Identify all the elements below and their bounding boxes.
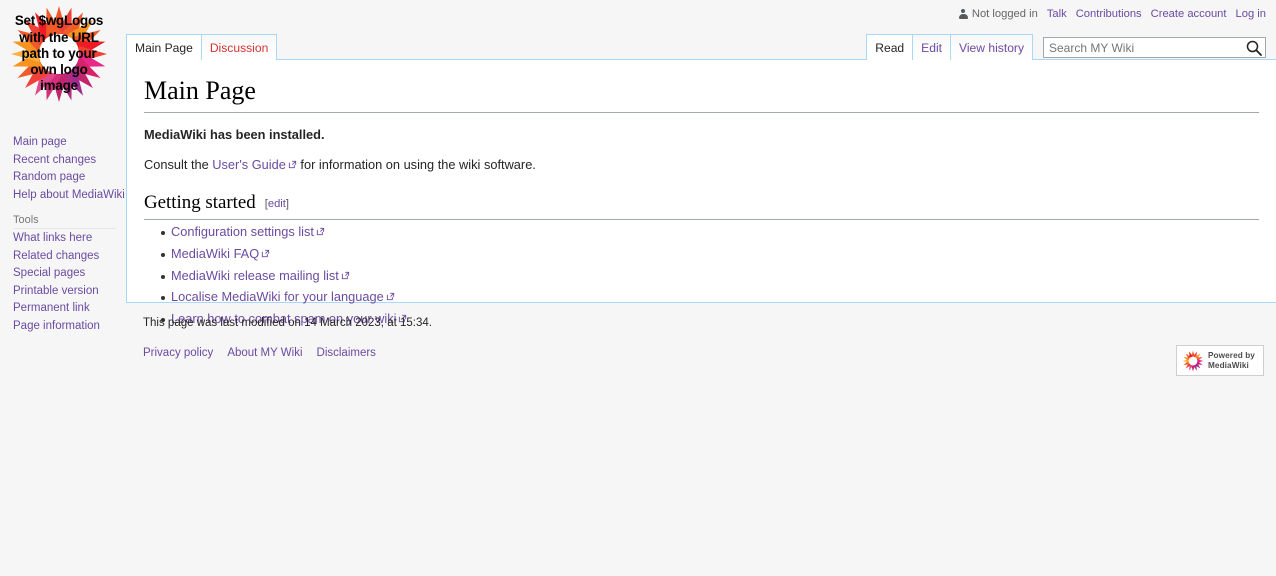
body-content: MediaWiki has been installed. Consult th…	[144, 113, 1259, 329]
external-link-icon	[386, 292, 395, 301]
tab-edit[interactable]: Edit	[912, 34, 950, 60]
site-logo[interactable]: Set $wgLogos with the URL path to your o…	[8, 3, 110, 105]
consult-suffix: for information on using the wiki softwa…	[297, 157, 536, 172]
section-heading-getting-started: Getting started [edit]	[144, 191, 1259, 220]
footer-link-about[interactable]: About MY Wiki	[227, 347, 302, 359]
footer-links: Privacy policy About MY Wiki Disclaimers	[143, 347, 1259, 359]
sidebar-link-recent-changes[interactable]: Recent changes	[13, 154, 96, 166]
search-input[interactable]	[1043, 37, 1266, 58]
logo-overlay-text: Set $wgLogos with the URL path to your o…	[8, 3, 110, 105]
tab-main-page[interactable]: Main Page	[126, 34, 202, 60]
login-status: Not logged in	[958, 7, 1038, 21]
tab-discussion[interactable]: Discussion	[202, 34, 277, 60]
sidebar-link-page-information[interactable]: Page information	[13, 320, 100, 332]
footer-item: About MY Wiki	[227, 347, 302, 359]
personal-link-create-account[interactable]: Create account	[1151, 7, 1227, 21]
sidebar-item-page-information: Page information	[13, 319, 116, 334]
sidebar-item-related-changes: Related changes	[13, 249, 116, 264]
consult-paragraph: Consult the User's Guide for information…	[144, 155, 1259, 175]
powered-by-text: Powered by MediaWiki	[1208, 351, 1255, 371]
views-and-search: Read Edit View history	[866, 33, 1266, 60]
external-link-icon	[316, 227, 325, 236]
login-status-label: Not logged in	[972, 7, 1038, 21]
link-mediawiki-release-mailing-list[interactable]: MediaWiki release mailing list	[171, 268, 350, 283]
users-guide-label: User's Guide	[212, 157, 286, 172]
sidebar-item-main-page: Main page	[13, 135, 116, 150]
external-link-icon	[288, 160, 297, 169]
wiki-page: Not logged in Talk Contributions Create …	[0, 0, 1276, 576]
sidebar-portal-navigation: Main page Recent changes Random page Hel…	[13, 135, 116, 202]
search-icon	[1245, 39, 1263, 57]
sidebar-tools-list: What links here Related changes Special …	[13, 231, 116, 333]
mediawiki-sunflower-icon	[1182, 350, 1204, 372]
link-mediawiki-faq[interactable]: MediaWiki FAQ	[171, 246, 270, 261]
sidebar-link-permanent-link[interactable]: Permanent link	[13, 302, 90, 314]
footer-item: Privacy policy	[143, 347, 213, 359]
sidebar-item-printable-version: Printable version	[13, 284, 116, 299]
view-tabs: Read Edit View history	[866, 34, 1033, 60]
content-area: Main Page MediaWiki has been installed. …	[126, 59, 1276, 303]
sidebar: Main page Recent changes Random page Hel…	[0, 135, 116, 345]
list-item: MediaWiki FAQ	[171, 246, 1259, 263]
link-label: MediaWiki release mailing list	[171, 268, 339, 283]
sidebar-portal-tools: Tools What links here Related changes Sp…	[13, 214, 116, 333]
powered-by-line2: MediaWiki	[1208, 361, 1255, 371]
sidebar-item-random-page: Random page	[13, 170, 116, 185]
namespace-tabs: Main Page Discussion	[126, 33, 277, 60]
sidebar-item-help: Help about MediaWiki	[13, 188, 116, 203]
users-guide-link[interactable]: User's Guide	[212, 157, 297, 172]
footer-link-disclaimers[interactable]: Disclaimers	[317, 347, 376, 359]
edit-bracket-close: ]	[286, 198, 289, 210]
external-link-icon	[341, 271, 350, 280]
list-item: Localise MediaWiki for your language	[171, 289, 1259, 306]
sidebar-item-recent-changes: Recent changes	[13, 153, 116, 168]
sidebar-item-special-pages: Special pages	[13, 266, 116, 281]
powered-by-mediawiki-badge[interactable]: Powered by MediaWiki	[1176, 345, 1264, 376]
footer-last-modified: This page was last modified on 14 March …	[143, 315, 1259, 331]
section-heading-label: Getting started	[144, 192, 256, 213]
edit-section: [edit]	[265, 198, 289, 210]
sidebar-item-permanent-link: Permanent link	[13, 301, 116, 316]
consult-prefix: Consult the	[144, 157, 212, 172]
footer-item: Disclaimers	[317, 347, 376, 359]
sidebar-link-help[interactable]: Help about MediaWiki	[13, 189, 125, 201]
personal-link-log-in[interactable]: Log in	[1236, 7, 1266, 21]
powered-by-line1: Powered by	[1208, 351, 1255, 361]
sidebar-link-printable-version[interactable]: Printable version	[13, 285, 99, 297]
external-link-icon	[261, 249, 270, 258]
sidebar-navigation-list: Main page Recent changes Random page Hel…	[13, 135, 116, 202]
sidebar-item-what-links-here: What links here	[13, 231, 116, 246]
page-title: Main Page	[144, 75, 1259, 113]
link-label: MediaWiki FAQ	[171, 246, 259, 261]
sidebar-link-related-changes[interactable]: Related changes	[13, 250, 99, 262]
edit-section-link[interactable]: edit	[268, 198, 286, 210]
link-label: Localise MediaWiki for your language	[171, 289, 384, 304]
footer: This page was last modified on 14 March …	[126, 315, 1276, 359]
sidebar-link-what-links-here[interactable]: What links here	[13, 232, 92, 244]
link-localise-mediawiki[interactable]: Localise MediaWiki for your language	[171, 289, 395, 304]
sidebar-tools-heading: Tools	[13, 214, 116, 229]
getting-started-list: Configuration settings list MediaWiki FA…	[144, 224, 1259, 328]
link-label: Configuration settings list	[171, 224, 314, 239]
install-notice: MediaWiki has been installed.	[144, 125, 1259, 145]
sidebar-link-special-pages[interactable]: Special pages	[13, 267, 85, 279]
tab-read[interactable]: Read	[866, 34, 912, 60]
personal-tools-bar: Not logged in Talk Contributions Create …	[958, 6, 1266, 22]
sidebar-link-random-page[interactable]: Random page	[13, 171, 85, 183]
list-item: MediaWiki release mailing list	[171, 268, 1259, 285]
list-item: Configuration settings list	[171, 224, 1259, 241]
search-button[interactable]	[1245, 39, 1263, 57]
footer-link-privacy-policy[interactable]: Privacy policy	[143, 347, 213, 359]
tab-view-history[interactable]: View history	[950, 34, 1033, 60]
link-configuration-settings-list[interactable]: Configuration settings list	[171, 224, 325, 239]
personal-link-talk[interactable]: Talk	[1047, 7, 1067, 21]
sidebar-link-main-page[interactable]: Main page	[13, 136, 67, 148]
personal-link-contributions[interactable]: Contributions	[1076, 7, 1142, 21]
search-form	[1043, 37, 1266, 60]
user-icon	[958, 9, 969, 20]
